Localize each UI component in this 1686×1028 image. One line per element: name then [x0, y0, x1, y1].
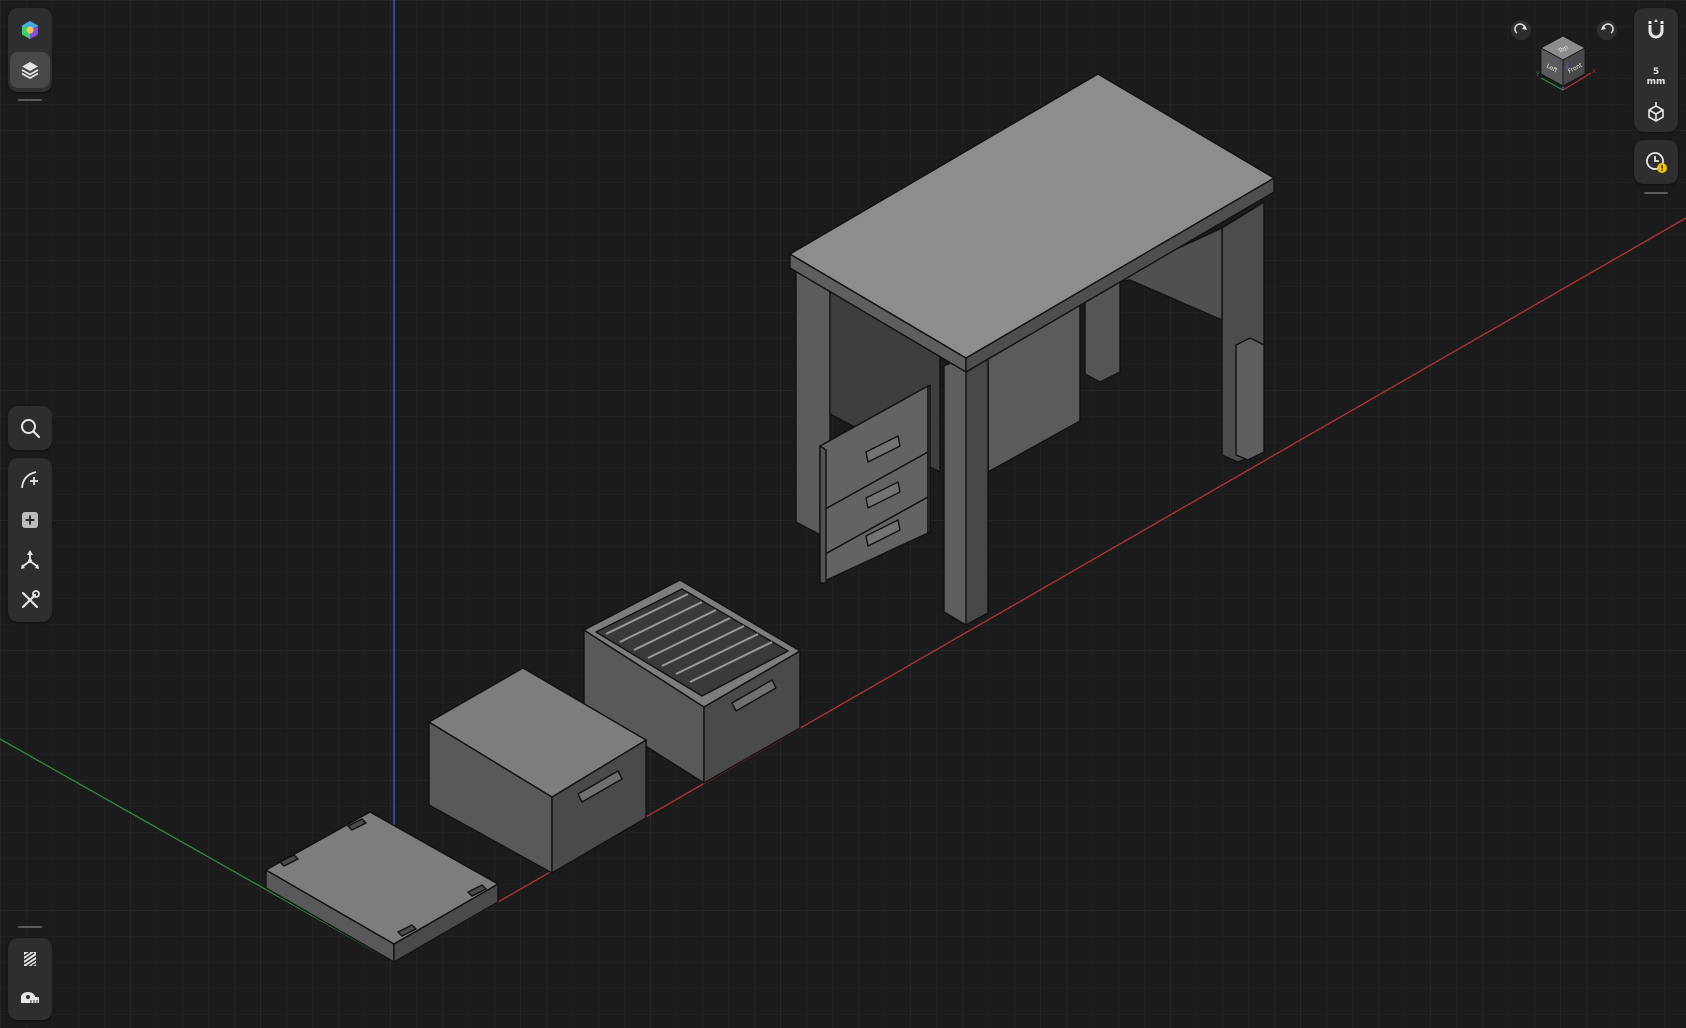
- right-toolbar-separator: [1644, 192, 1668, 194]
- view-cube-widget: Top Left Front Y X Z: [1508, 18, 1620, 96]
- layers-icon: [21, 62, 39, 80]
- history-button[interactable]: [1636, 144, 1676, 180]
- snap-unit: mm: [1646, 77, 1666, 87]
- section-view-button[interactable]: [10, 941, 50, 977]
- snap-magnet-icon: [1648, 19, 1664, 39]
- transform-button[interactable]: [10, 542, 50, 578]
- add-icon: [22, 512, 38, 528]
- sketch-button[interactable]: [10, 462, 50, 498]
- add-button[interactable]: [10, 502, 50, 538]
- layers-button[interactable]: [10, 52, 50, 88]
- snap-value: 5: [1652, 67, 1660, 77]
- snap-magnet-button[interactable]: [1636, 12, 1676, 48]
- measure-icon: [21, 992, 39, 1003]
- search-button[interactable]: [10, 410, 50, 446]
- tools-icon: [21, 590, 40, 609]
- view-cube-toggle-icon: [1648, 102, 1664, 122]
- tools-button[interactable]: [10, 582, 50, 618]
- view-cube-toggle-button[interactable]: [1636, 94, 1676, 130]
- left-toolbar-bottom-separator: [18, 926, 42, 928]
- history-warning-icon: [1646, 152, 1667, 173]
- history-panel: [1634, 140, 1678, 184]
- appearance-icon: [22, 21, 38, 39]
- left-toolbar-search: [8, 406, 52, 450]
- view-cube-axis-x: X: [1592, 68, 1596, 75]
- 3d-viewport[interactable]: [0, 0, 1686, 1028]
- view-cube[interactable]: Top Left Front Y X Z: [1508, 18, 1620, 96]
- left-toolbar-bottom: [8, 938, 52, 1020]
- section-view-icon: [23, 951, 37, 967]
- measure-button[interactable]: [10, 980, 50, 1016]
- right-toolbar: 5 mm: [1634, 8, 1678, 132]
- view-cube-axis-z: Z: [1565, 63, 1569, 70]
- sketch-icon: [21, 471, 38, 489]
- transform-icon: [21, 550, 39, 569]
- snap-increment[interactable]: 5 mm: [1634, 56, 1678, 90]
- search-icon: [21, 419, 41, 439]
- view-cube-axis-y: Y: [1535, 71, 1540, 78]
- left-toolbar-top: [8, 8, 52, 92]
- left-toolbar-separator: [18, 99, 42, 101]
- left-toolbar-modeling: [8, 458, 52, 622]
- appearance-button[interactable]: [10, 12, 50, 48]
